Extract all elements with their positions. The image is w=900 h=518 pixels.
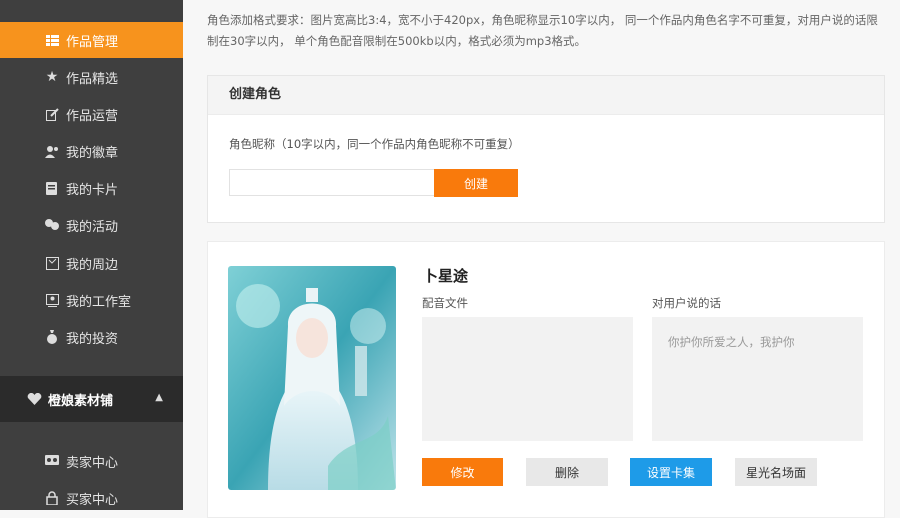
badge-icon	[45, 144, 59, 158]
star-icon: ★	[45, 69, 59, 85]
sidebar-item-seller-center[interactable]: 卖家中心	[0, 443, 183, 479]
money-bag-icon	[45, 330, 59, 344]
caret-up-icon: ▲	[155, 392, 163, 403]
sidebar-item-label: 买家中心	[66, 492, 119, 508]
section-label: 橙娘素材铺	[48, 393, 114, 409]
edit-button[interactable]: 修改	[422, 458, 503, 486]
create-role-panel: 创建角色 角色昵称（10字以内，同一个作品内角色昵称不可重复） 创建	[207, 75, 885, 223]
role-name: 卜星途	[423, 267, 469, 285]
lock-icon	[45, 491, 59, 505]
create-role-title: 创建角色	[208, 76, 884, 115]
audio-file-label: 配音文件	[422, 296, 468, 310]
sidebar-item-label: 作品运营	[66, 108, 119, 124]
role-nickname-input[interactable]	[229, 169, 434, 196]
sidebar: 作品管理 ★ 作品精选 作品运营 我的徽章 我的卡片 我的活动 我的周边 我的工…	[0, 0, 183, 510]
format-requirements-note: 角色添加格式要求：图片宽高比3:4，宽不小于420px，角色昵称显示10字以内，…	[207, 13, 878, 48]
speech-label: 对用户说的话	[652, 296, 721, 310]
sidebar-item-badges[interactable]: 我的徽章	[0, 133, 183, 169]
star-scene-button[interactable]: 星光名场面	[735, 458, 817, 486]
sidebar-item-merch[interactable]: 我的周边	[0, 245, 183, 281]
sidebar-item-studio[interactable]: 我的工作室	[0, 282, 183, 318]
delete-button[interactable]: 删除	[526, 458, 608, 486]
sidebar-item-label: 作品精选	[66, 71, 119, 87]
section-material-shop[interactable]: 橙娘素材铺 ▲	[0, 376, 183, 422]
sidebar-item-label: 我的工作室	[66, 294, 132, 310]
sidebar-item-investment[interactable]: 我的投资	[0, 319, 183, 355]
grid-list-icon	[45, 33, 59, 47]
sidebar-item-featured[interactable]: ★ 作品精选	[0, 59, 183, 95]
sidebar-item-buyer-center[interactable]: 买家中心	[0, 480, 183, 516]
seller-icon	[45, 454, 59, 468]
sidebar-item-label: 作品管理	[66, 34, 119, 50]
sidebar-item-label: 我的周边	[66, 257, 119, 273]
sidebar-item-cards[interactable]: 我的卡片	[0, 170, 183, 206]
role-card: 卜星途 配音文件 对用户说的话 你护你所爱之人，我护你 修改 删除 设置卡集 星…	[207, 241, 885, 518]
role-nickname-label: 角色昵称（10字以内，同一个作品内角色昵称不可重复）	[229, 137, 520, 151]
sidebar-item-label: 卖家中心	[66, 455, 119, 471]
sidebar-item-works-management[interactable]: 作品管理	[0, 22, 183, 58]
set-card-collection-button[interactable]: 设置卡集	[630, 458, 712, 486]
studio-icon	[45, 293, 59, 307]
sidebar-item-operations[interactable]: 作品运营	[0, 96, 183, 132]
sidebar-item-label: 我的徽章	[66, 145, 119, 161]
sidebar-item-label: 我的活动	[66, 219, 119, 235]
heart-icon	[27, 393, 42, 405]
main-content: 角色添加格式要求：图片宽高比3:4，宽不小于420px，角色昵称显示10字以内，…	[183, 0, 900, 518]
speech-text: 你护你所爱之人，我护你	[668, 335, 795, 349]
sidebar-item-activities[interactable]: 我的活动	[0, 207, 183, 243]
audio-file-area[interactable]	[422, 317, 633, 441]
edit-icon	[45, 107, 59, 121]
sidebar-item-label: 我的卡片	[66, 182, 119, 198]
merch-icon	[45, 256, 59, 270]
activity-icon	[45, 218, 59, 232]
role-portrait-image	[228, 266, 396, 490]
card-icon	[45, 181, 59, 195]
sidebar-item-label: 我的投资	[66, 331, 119, 347]
speech-text-area[interactable]: 你护你所爱之人，我护你	[652, 317, 863, 441]
create-button[interactable]: 创建	[434, 169, 518, 197]
